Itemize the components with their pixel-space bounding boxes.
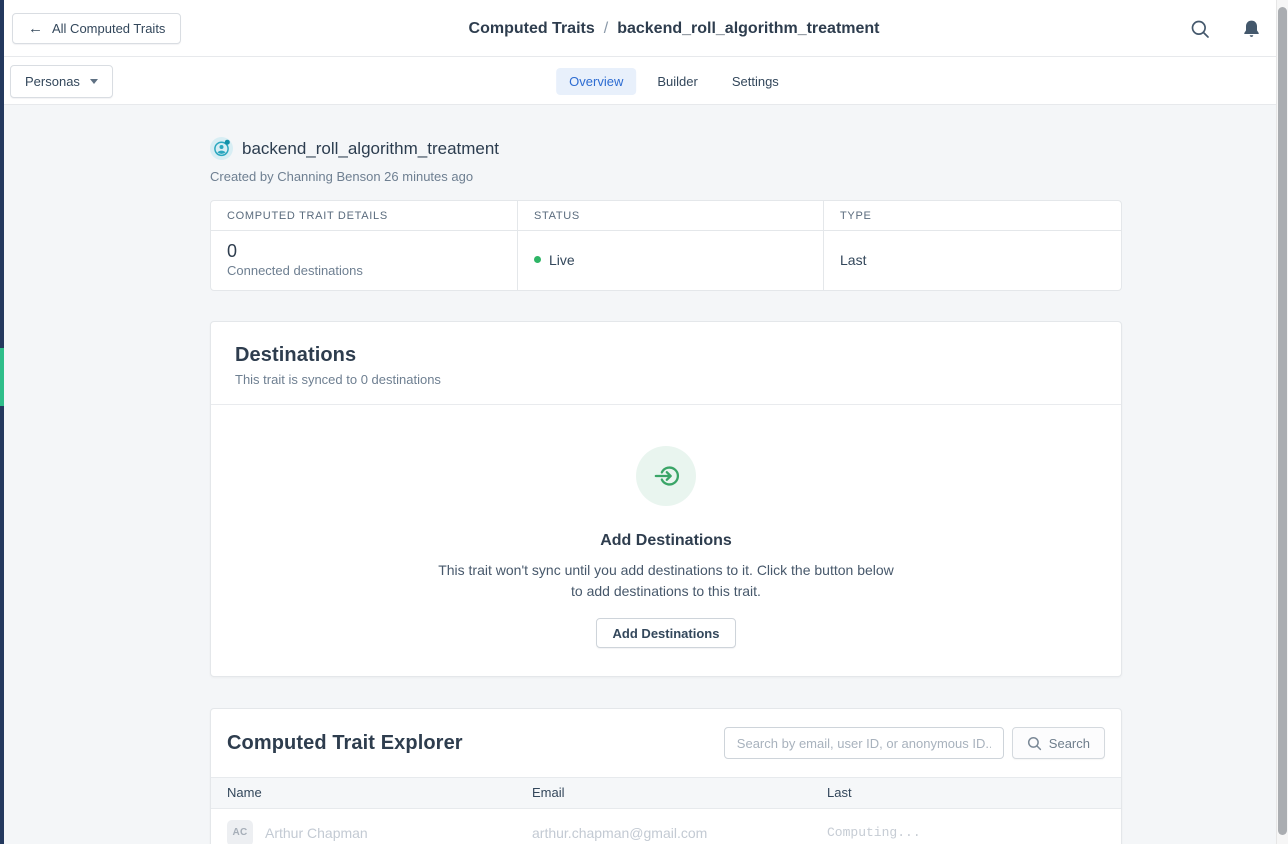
destinations-title: Destinations	[235, 344, 1097, 367]
left-nav-rail-indicator	[0, 348, 4, 406]
row-name-cell: AC Arthur Chapman	[211, 820, 516, 844]
add-destination-login-icon	[636, 446, 696, 506]
trait-details-table: COMPUTED TRAIT DETAILS STATUS TYPE 0 Con…	[210, 200, 1122, 291]
destinations-subtitle: This trait is synced to 0 destinations	[235, 372, 1097, 387]
column-header-last: Last	[811, 778, 1121, 808]
breadcrumb-current: backend_roll_algorithm_treatment	[617, 20, 879, 38]
row-name: Arthur Chapman	[265, 825, 368, 841]
tab-overview[interactable]: Overview	[556, 68, 636, 95]
table-row[interactable]: AC Arthur Chapman arthur.chapman@gmail.c…	[211, 809, 1121, 844]
live-status-dot	[534, 256, 541, 263]
status-value: Live	[549, 252, 575, 268]
add-destinations-button[interactable]: Add Destinations	[596, 618, 737, 648]
computed-trait-icon	[210, 137, 233, 160]
destinations-empty-state: Add Destinations This trait won't sync u…	[211, 405, 1121, 676]
avatar: AC	[227, 820, 253, 844]
status-cell: Live	[517, 231, 823, 290]
back-to-all-computed-traits-button[interactable]: ← All Computed Traits	[12, 13, 181, 44]
type-value: Last	[840, 252, 866, 268]
personas-space-dropdown[interactable]: Personas	[10, 65, 113, 98]
details-col-header: COMPUTED TRAIT DETAILS	[211, 201, 517, 231]
back-arrow-icon: ←	[28, 21, 43, 36]
status-col-header: STATUS	[517, 201, 823, 231]
computed-trait-explorer-card: Computed Trait Explorer Search Name Emai…	[210, 708, 1122, 844]
destinations-card: Destinations This trait is synced to 0 d…	[210, 321, 1122, 677]
breadcrumb-separator: /	[604, 20, 608, 38]
notifications-bell-icon[interactable]	[1240, 18, 1262, 40]
explorer-search-input[interactable]	[724, 727, 1004, 759]
empty-state-heading: Add Destinations	[211, 532, 1121, 550]
column-header-email: Email	[516, 778, 811, 808]
trait-tabs: Overview Builder Settings	[556, 57, 792, 105]
scrollbar-thumb[interactable]	[1278, 7, 1287, 835]
explorer-title: Computed Trait Explorer	[227, 732, 724, 755]
empty-state-description: This trait won't sync until you add dest…	[436, 560, 896, 602]
sub-nav-bar: Personas Overview Builder Settings	[0, 57, 1288, 105]
created-by-text: Created by Channing Benson 26 minutes ag…	[210, 169, 1122, 184]
explorer-search-button[interactable]: Search	[1012, 727, 1105, 759]
row-last-value: Computing...	[811, 825, 1121, 840]
destinations-card-header: Destinations This trait is synced to 0 d…	[211, 322, 1121, 405]
connected-destinations-cell: 0 Connected destinations	[211, 231, 517, 290]
column-header-name: Name	[211, 778, 516, 808]
search-button-label: Search	[1049, 736, 1090, 751]
top-bar-actions	[1189, 0, 1262, 57]
back-button-label: All Computed Traits	[52, 21, 165, 36]
search-icon[interactable]	[1189, 18, 1211, 40]
tab-settings[interactable]: Settings	[719, 68, 792, 95]
tab-builder[interactable]: Builder	[644, 68, 710, 95]
trait-header: backend_roll_algorithm_treatment	[210, 137, 1122, 160]
chevron-down-icon	[90, 79, 98, 84]
top-bar: ← All Computed Traits Computed Traits / …	[0, 0, 1288, 57]
search-button-icon	[1027, 736, 1042, 751]
type-cell: Last	[823, 231, 1121, 290]
explorer-header: Computed Trait Explorer Search	[211, 709, 1121, 777]
row-email: arthur.chapman@gmail.com	[516, 825, 811, 841]
vertical-scrollbar[interactable]	[1276, 0, 1288, 844]
main-content: backend_roll_algorithm_treatment Created…	[210, 105, 1122, 844]
type-col-header: TYPE	[823, 201, 1121, 231]
page-title: backend_roll_algorithm_treatment	[242, 139, 499, 159]
breadcrumb-section[interactable]: Computed Traits	[469, 20, 595, 38]
explorer-table-header: Name Email Last	[211, 777, 1121, 809]
breadcrumb: Computed Traits / backend_roll_algorithm…	[469, 0, 880, 57]
left-nav-rail[interactable]	[0, 0, 4, 844]
connected-destinations-label: Connected destinations	[227, 263, 501, 278]
connected-destinations-count: 0	[227, 241, 501, 261]
personas-dropdown-label: Personas	[25, 74, 80, 89]
